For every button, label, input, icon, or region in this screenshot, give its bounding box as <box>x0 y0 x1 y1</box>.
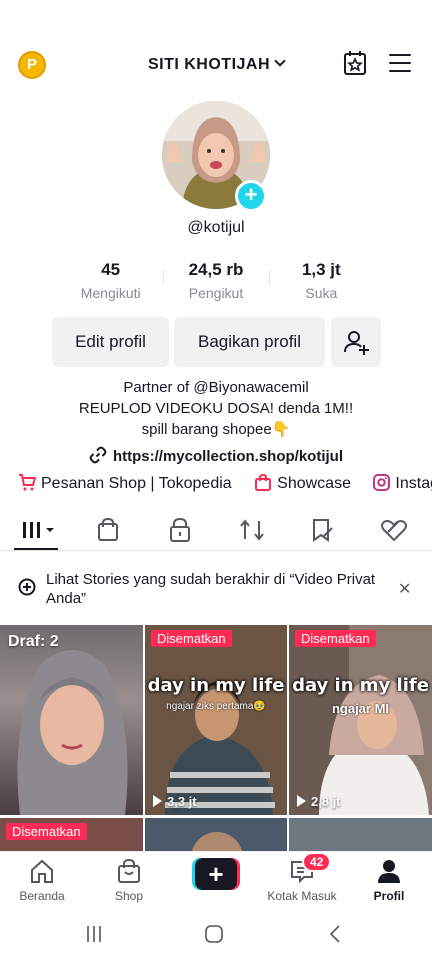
active-tab-indicator <box>14 548 58 550</box>
likes-count: 1,3 jt <box>301 260 341 279</box>
video-tile[interactable]: Disematkan day in my life ngajar MI 2,8 … <box>289 625 432 815</box>
video-tile[interactable]: Disematkan <box>0 818 143 851</box>
profile-bio: Partner of @Biyonawacemil REUPLOD VIDEOK… <box>0 377 432 440</box>
link-text: https://mycollection.shop/kotijul <box>112 448 343 465</box>
instagram-label: Instagram <box>395 475 432 492</box>
plus-icon: + <box>195 858 237 890</box>
profile-stats: 45 Mengikuti 24,5 rb Pengikut 1,3 jt Suk… <box>58 260 374 306</box>
nav-inbox-label: Kotak Masuk <box>267 889 337 903</box>
add-circle-icon <box>18 578 36 596</box>
video-tile-draft[interactable]: Draf: 2 <box>0 625 143 815</box>
system-nav-bar <box>0 908 432 960</box>
bio-line: REUPLOD VIDEOKU DOSA! denda 1M!! <box>78 400 354 417</box>
nav-shop-label: Shop <box>114 889 144 903</box>
username-label: SITI KHOTIJAH <box>147 56 271 73</box>
video-overlay-title: day in my life <box>292 675 429 696</box>
nav-profile[interactable]: Profil <box>347 858 431 903</box>
hamburger-menu-icon[interactable] <box>389 54 411 72</box>
link-icon <box>89 446 107 464</box>
nav-profile-label: Profil <box>373 889 405 903</box>
followers-label: Pengikut <box>188 285 244 301</box>
profile-person-icon <box>378 860 400 883</box>
share-profile-button[interactable]: Bagikan profil <box>174 317 325 367</box>
video-thumbnail <box>289 625 432 815</box>
instagram-link[interactable]: Instagram <box>373 474 432 493</box>
add-user-icon <box>344 331 369 355</box>
pinned-badge: Disematkan <box>151 630 232 647</box>
content-tabs <box>0 508 432 551</box>
reposts-tab[interactable] <box>232 516 272 544</box>
video-grid: Draf: 2 Disematkan day in my life ngajar… <box>0 625 432 851</box>
view-count: 2,8 jt <box>297 794 341 809</box>
instagram-icon <box>373 474 391 491</box>
following-count: 45 <box>101 260 121 279</box>
video-tile[interactable] <box>289 818 432 851</box>
following-label: Mengikuti <box>80 285 141 301</box>
favorites-tab[interactable] <box>302 516 342 544</box>
calendar-star-icon[interactable] <box>343 50 367 76</box>
shop-bag-tab[interactable] <box>88 516 128 544</box>
stories-notice-text: Lihat Stories yang sudah berakhir di “Vi… <box>46 571 376 607</box>
draft-label: Draf: 2 <box>8 633 59 650</box>
followers-count: 24,5 rb <box>188 260 244 279</box>
video-thumbnail <box>17 650 128 815</box>
followers-stat[interactable]: 24,5 rb Pengikut <box>163 260 268 306</box>
inbox-count-badge: 42 <box>302 852 332 872</box>
store-bag-icon <box>255 474 272 491</box>
video-thumbnail <box>191 832 243 851</box>
recent-apps-icon[interactable] <box>84 924 104 944</box>
stories-notice[interactable]: Lihat Stories yang sudah berakhir di “Vi… <box>0 560 432 616</box>
pinned-badge: Disematkan <box>295 630 376 647</box>
edit-profile-button[interactable]: Edit profil <box>52 317 169 367</box>
cart-icon <box>19 474 37 491</box>
shop-bag-icon <box>118 858 140 883</box>
add-friend-button[interactable] <box>331 317 381 367</box>
view-count: 3,3 jt <box>153 794 197 809</box>
pinned-badge: Disematkan <box>6 823 87 840</box>
nav-shop[interactable]: Shop <box>87 858 171 903</box>
profile-link[interactable]: https://mycollection.shop/kotijul <box>0 446 432 465</box>
showcase-link[interactable]: Showcase <box>254 474 351 493</box>
showcase-label: Showcase <box>277 475 351 492</box>
nav-home[interactable]: Beranda <box>0 858 84 903</box>
profile-handle: @kotijul <box>187 219 245 236</box>
video-thumbnail <box>145 625 287 815</box>
video-overlay-title: day in my life <box>147 675 285 696</box>
bio-line: Partner of @Biyonawacemil <box>123 379 309 396</box>
create-button[interactable]: + <box>192 858 240 890</box>
close-icon[interactable]: ✕ <box>398 579 411 599</box>
bottom-nav: Beranda Shop + Kotak Masuk Profil <box>0 851 432 908</box>
private-lock-tab[interactable] <box>160 516 200 544</box>
account-switcher[interactable]: SITI KHOTIJAH <box>0 55 432 74</box>
top-bar: P SITI KHOTIJAH <box>0 44 432 84</box>
view-count-value: 2,8 jt <box>311 794 341 809</box>
shop-orders-label: Pesanan Shop | Tokopedia <box>41 475 232 492</box>
shop-links-row: Pesanan Shop | Tokopedia Showcase Instag… <box>18 474 432 496</box>
likes-label: Suka <box>305 285 338 301</box>
add-story-button[interactable]: + <box>235 180 267 212</box>
video-tile[interactable]: Disematkan day in my life ngajar ziks pe… <box>145 625 287 815</box>
video-overlay-subtitle: ngajar ziks pertama🥹 <box>166 701 266 712</box>
liked-tab[interactable] <box>374 516 414 544</box>
play-icon <box>153 795 162 807</box>
likes-stat[interactable]: 1,3 jt Suka <box>268 260 374 306</box>
back-icon[interactable] <box>326 924 346 944</box>
following-stat[interactable]: 45 Mengikuti <box>58 260 163 306</box>
nav-home-label: Beranda <box>19 889 65 903</box>
home-icon <box>31 859 53 883</box>
home-system-icon[interactable] <box>204 924 224 944</box>
video-tile[interactable] <box>145 818 287 851</box>
play-icon <box>297 795 306 807</box>
chevron-down-icon <box>274 55 286 67</box>
shop-orders-link[interactable]: Pesanan Shop | Tokopedia <box>18 474 232 493</box>
video-overlay-subtitle: ngajar MI <box>331 701 390 716</box>
videos-grid-tab[interactable] <box>18 516 58 544</box>
bio-line: spill barang shopee👇 <box>141 421 291 438</box>
view-count-value: 3,3 jt <box>167 794 197 809</box>
